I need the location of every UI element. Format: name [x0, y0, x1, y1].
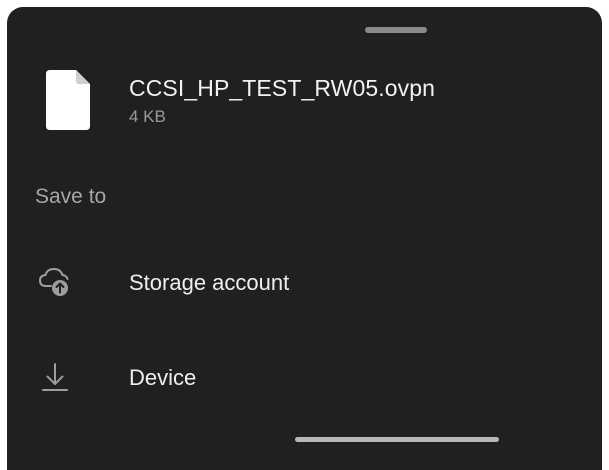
- drag-handle[interactable]: [365, 27, 427, 33]
- device-label: Device: [129, 365, 197, 390]
- storage-account-label: Storage account: [129, 270, 290, 295]
- download-icon: [42, 363, 68, 391]
- save-to-bottom-sheet: CCSI_HP_TEST_RW05.ovpn 4 KB Save to Stor…: [7, 7, 602, 470]
- home-indicator: [295, 437, 499, 442]
- file-icon: [46, 70, 90, 130]
- save-to-storage-account-option[interactable]: Storage account: [7, 250, 602, 314]
- file-name: CCSI_HP_TEST_RW05.ovpn: [129, 75, 436, 101]
- file-info: CCSI_HP_TEST_RW05.ovpn 4 KB: [7, 67, 602, 137]
- save-to-heading: Save to: [35, 185, 107, 208]
- cloud-upload-icon: [38, 267, 69, 296]
- save-to-device-option[interactable]: Device: [7, 345, 602, 409]
- file-size: 4 KB: [129, 107, 166, 126]
